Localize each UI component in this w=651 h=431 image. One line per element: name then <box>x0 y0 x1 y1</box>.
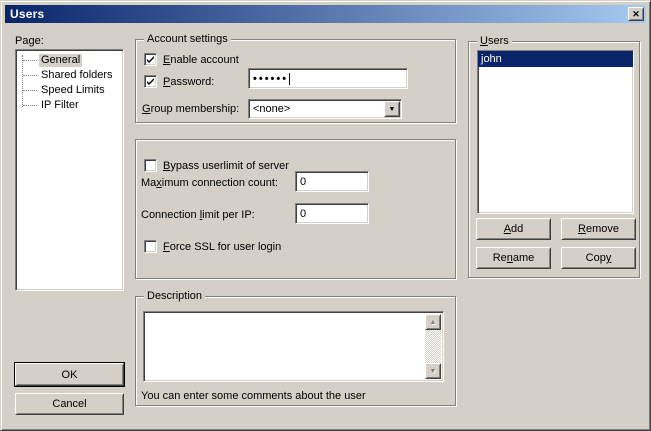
ok-button-label: OK <box>62 369 78 381</box>
text-caret <box>289 73 290 85</box>
password-value: •••••• <box>253 73 288 85</box>
group-membership-label: Group membership: <box>142 103 239 116</box>
connection-limit-per-ip-label: Connection limit per IP: <box>141 209 255 222</box>
checkmark-icon <box>146 55 155 64</box>
connection-limits-group: Bypass userlimit of server Maximum conne… <box>135 139 456 279</box>
account-settings-title: Account settings <box>144 33 231 46</box>
password-label: Password: <box>163 76 214 89</box>
tree-item-shared-folders[interactable]: Shared folders <box>16 68 123 83</box>
users-group-title: Users <box>477 35 512 48</box>
max-connection-count-value: 0 <box>300 176 306 188</box>
remove-button-label: Remove <box>578 223 619 235</box>
tree-item-label: Shared folders <box>39 69 115 82</box>
users-dialog: Users ✕ Page: General Shared folders Spe… <box>0 0 651 431</box>
cancel-button[interactable]: Cancel <box>15 393 124 415</box>
user-list-item[interactable]: john <box>478 51 633 67</box>
remove-user-button[interactable]: Remove <box>561 218 636 240</box>
combo-dropdown-button[interactable]: ▼ <box>384 101 400 117</box>
cancel-button-label: Cancel <box>52 398 86 410</box>
enable-account-label: Enable account <box>163 54 239 67</box>
description-hint: You can enter some comments about the us… <box>141 390 366 403</box>
copy-user-button[interactable]: Copy <box>561 247 636 269</box>
force-ssl-checkbox[interactable] <box>144 240 157 253</box>
copy-button-label: Copy <box>586 252 612 264</box>
users-group: Users john Add Remove Rename Copy <box>468 41 640 278</box>
triangle-down-icon: ▼ <box>430 368 437 375</box>
group-membership-select[interactable]: <none> ▼ <box>248 99 402 119</box>
bypass-userlimit-label: Bypass userlimit of server <box>163 160 289 173</box>
title-bar: Users ✕ <box>5 5 646 23</box>
page-tree[interactable]: General Shared folders Speed Limits IP F… <box>15 49 124 291</box>
window-title: Users <box>5 7 44 21</box>
tree-item-label: IP Filter <box>39 99 81 112</box>
add-button-label: Add <box>504 223 524 235</box>
user-name: john <box>481 53 502 65</box>
close-icon: ✕ <box>632 10 640 19</box>
scroll-up-button[interactable]: ▲ <box>425 314 441 330</box>
connection-limit-per-ip-input[interactable]: 0 <box>295 203 369 224</box>
tree-branch-icon <box>23 60 37 61</box>
tree-branch-icon <box>23 75 37 76</box>
triangle-up-icon: ▲ <box>430 319 437 326</box>
tree-item-general[interactable]: General <box>16 53 123 68</box>
tree-branch-icon <box>23 105 37 106</box>
rename-button-label: Rename <box>493 252 535 264</box>
description-title: Description <box>144 290 205 303</box>
tree-item-label: General <box>39 54 82 67</box>
group-membership-value: <none> <box>253 103 290 116</box>
connection-limit-per-ip-value: 0 <box>300 208 306 220</box>
description-scrollbar[interactable]: ▲ ▼ <box>425 314 441 379</box>
enable-account-checkbox[interactable] <box>144 53 157 66</box>
account-settings-group: Account settings Enable account Password… <box>135 39 456 123</box>
description-group: Description ▲ ▼ You can enter some comme… <box>135 296 456 406</box>
password-input[interactable]: •••••• <box>248 68 408 89</box>
close-button[interactable]: ✕ <box>628 7 644 21</box>
tree-branch-icon <box>23 90 37 91</box>
tree-item-ip-filter[interactable]: IP Filter <box>16 98 123 113</box>
password-checkbox[interactable] <box>144 75 157 88</box>
chevron-down-icon: ▼ <box>389 106 396 113</box>
scroll-down-button[interactable]: ▼ <box>425 363 441 379</box>
rename-user-button[interactable]: Rename <box>476 247 551 269</box>
users-listbox[interactable]: john <box>477 50 634 214</box>
bypass-userlimit-checkbox[interactable] <box>144 159 157 172</box>
checkmark-icon <box>146 77 155 86</box>
page-label: Page: <box>15 35 44 48</box>
description-textarea[interactable]: ▲ ▼ <box>143 311 444 382</box>
max-connection-count-label: Maximum connection count: <box>141 177 278 190</box>
tree-item-speed-limits[interactable]: Speed Limits <box>16 83 123 98</box>
max-connection-count-input[interactable]: 0 <box>295 171 369 192</box>
force-ssl-label: Force SSL for user login <box>163 241 281 254</box>
ok-button[interactable]: OK <box>15 363 124 386</box>
tree-item-label: Speed Limits <box>39 84 107 97</box>
add-user-button[interactable]: Add <box>476 218 551 240</box>
